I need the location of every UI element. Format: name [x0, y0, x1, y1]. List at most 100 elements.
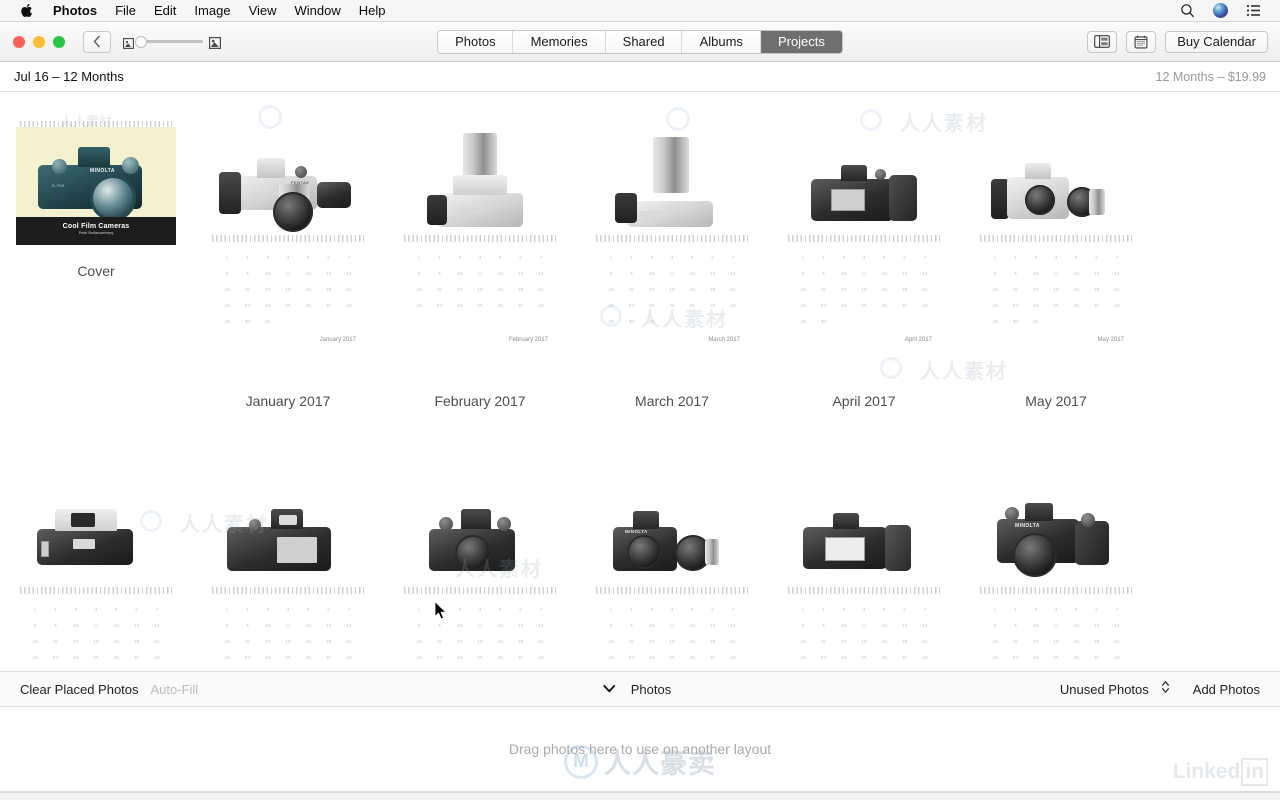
tab-albums[interactable]: Albums	[682, 30, 761, 53]
calendar-page[interactable]: 1234567 8 9 10 11 12 13 14 15 16 17 18 19 20 21 22 23…	[592, 121, 752, 361]
menu-item-file[interactable]: File	[106, 1, 145, 20]
page-photo[interactable]: PENTAX	[208, 127, 368, 245]
project-page-march[interactable]: 1234567 8 9 10 11 12 13 14 15 16 17 18 19 20 21 22 23…	[576, 121, 768, 409]
close-button[interactable]	[13, 35, 25, 48]
photos-tray-toggle[interactable]: Photos	[603, 680, 677, 698]
siri-icon[interactable]	[1212, 2, 1229, 19]
calendar-settings-icon[interactable]	[1126, 30, 1157, 53]
photos-tray-label[interactable]: Photos	[625, 682, 677, 697]
spiral-binding-icon	[212, 235, 364, 242]
menu-item-image[interactable]: Image	[185, 1, 239, 20]
menu-item-window[interactable]: Window	[286, 1, 350, 20]
search-icon[interactable]	[1179, 2, 1196, 19]
calendar-page[interactable]: 1234567 8 9 10 11 12 13 14 15 16 17 18 19 20 21 22 23…	[976, 121, 1136, 361]
spiral-binding-icon	[596, 235, 748, 242]
page-photo[interactable]	[16, 479, 176, 597]
page-month-label: January 2017	[319, 337, 356, 343]
calendar-page[interactable]: 1234567 8 9 10 11 12 13 14 15 16 17 18 19 20 21 22 23…	[400, 121, 560, 361]
unused-photos-popup[interactable]: Unused Photos	[1054, 680, 1170, 699]
project-page-cover[interactable]: MINOLTA X-700 Cool Film Cameras Pedri Se…	[0, 121, 192, 409]
tab-shared[interactable]: Shared	[605, 30, 683, 53]
buy-calendar-button[interactable]: Buy Calendar	[1165, 30, 1268, 53]
spiral-binding-icon	[596, 587, 748, 594]
project-page-august[interactable]: 1234567 8 9 10 11 12 13 14 15 16 17 18 19 20 21 22 23…	[384, 473, 576, 671]
calendar-page[interactable]: 1234567 8 9 10 11 12 13 14 15 16 17 18 19 20 21 22 23…	[16, 473, 176, 671]
project-title: Jul 16 – 12 Months	[14, 69, 124, 84]
calendar-page[interactable]: 1234567 8 9 10 11 12 13 14 15 16 17 18 19 20 21 22 23…	[400, 473, 560, 671]
zoom-slider-knob[interactable]	[135, 35, 147, 48]
calendar-page[interactable]: MINOLTA 1234567 8 9 10 11 12 13 14 15 16 17 18 19 2…	[976, 473, 1136, 671]
cover-page[interactable]: MINOLTA X-700 Cool Film Cameras Pedri Se…	[16, 121, 176, 245]
project-page-february[interactable]: 1234567 8 9 10 11 12 13 14 15 16 17 18 19 20 21 22 23…	[384, 121, 576, 409]
project-page-july[interactable]: 1234567 8 9 10 11 12 13 14 15 16 17 18 19 20 21 22 23…	[192, 473, 384, 671]
project-canvas[interactable]: 人人素材 人人素材 人人素材 人人素材 人人素材 人人素材 人人素材 M	[0, 93, 1280, 671]
page-photo[interactable]: MINOLTA	[592, 479, 752, 597]
clear-placed-photos-button[interactable]: Clear Placed Photos	[14, 682, 145, 697]
spiral-binding-icon	[404, 587, 556, 594]
cover-photo: MINOLTA X-700 Cool Film Cameras Pedri Se…	[16, 127, 176, 245]
control-center-icon[interactable]	[1245, 2, 1262, 19]
page-photo[interactable]	[400, 479, 560, 597]
calendar-page[interactable]: MINOLTA 1234567 8 9 10 11 12 13 14 15 16 17 18 19 2…	[592, 473, 752, 671]
menu-bar-status-items	[1179, 2, 1270, 19]
cover-title-banner: Cool Film Cameras Pedri Sedianoartnepy •	[16, 217, 176, 245]
menu-item-help[interactable]: Help	[350, 1, 395, 20]
chevron-down-icon[interactable]	[603, 680, 616, 698]
page-photo[interactable]	[208, 479, 368, 597]
project-page-april[interactable]: 1234567 8 9 10 11 12 13 14 15 16 17 18 19 20 21 22 23…	[768, 121, 960, 409]
zoom-slider-track[interactable]	[135, 35, 203, 48]
page-caption: April 2017	[832, 393, 896, 409]
thumbnail-zoom-slider[interactable]	[123, 35, 222, 49]
calendar-page-row: MINOLTA X-700 Cool Film Cameras Pedri Se…	[0, 121, 1280, 409]
window-toolbar: Photos Memories Shared Albums Projects B…	[0, 22, 1280, 62]
auto-fill-button: Auto-Fill	[150, 681, 199, 697]
calendar-page[interactable]: PENTAX 1234567 8 9 10 11 12 13 14 15 16 17 18 19 20…	[208, 121, 368, 361]
calendar-page[interactable]: 1234567 8 9 10 11 12 13 14 15 16 17 18 19 20 21 22 23…	[784, 473, 944, 671]
page-month-label: February 2017	[508, 337, 548, 343]
tray-bottom-strip	[0, 792, 1280, 800]
page-photo[interactable]	[592, 127, 752, 245]
split-view-icon[interactable]	[1087, 30, 1118, 53]
maximize-button[interactable]	[53, 35, 65, 48]
project-page-january[interactable]: PENTAX 1234567 8 9 10 11 12 13 14 15 16 17 18 19 20…	[192, 121, 384, 409]
photo-drop-tray[interactable]: Drag photos here to use on another layou…	[0, 707, 1280, 792]
calendar-page-row: 1234567 8 9 10 11 12 13 14 15 16 17 18 19 20 21 22 23…	[0, 473, 1280, 671]
page-month-label: April 2017	[904, 337, 932, 343]
menu-item-edit[interactable]: Edit	[145, 1, 185, 20]
spiral-binding-icon	[20, 587, 172, 594]
page-photo[interactable]	[400, 127, 560, 245]
toolbar-right-group: Buy Calendar	[1087, 30, 1280, 53]
add-photos-button[interactable]: Add Photos	[1187, 682, 1266, 697]
tab-memories[interactable]: Memories	[513, 30, 606, 53]
minimize-button[interactable]	[33, 35, 45, 48]
spiral-binding-icon	[788, 235, 940, 242]
project-page-june[interactable]: 1234567 8 9 10 11 12 13 14 15 16 17 18 19 20 21 22 23…	[0, 473, 192, 671]
page-photo[interactable]: MINOLTA	[976, 479, 1136, 597]
chevron-up-down-icon[interactable]	[1161, 680, 1170, 699]
page-photo[interactable]	[784, 479, 944, 597]
calendar-date-grid: 1234567 8 9 10 11 12 13 14 15 16 17 18 19 20 21 22 23…	[800, 606, 928, 660]
project-page-may[interactable]: 1234567 8 9 10 11 12 13 14 15 16 17 18 19 20 21 22 23…	[960, 121, 1152, 409]
calendar-date-grid: 1234567 8 9 10 11 12 13 14 15 16 17 18 19 20 21 22 23…	[608, 606, 736, 660]
apple-logo-icon[interactable]	[20, 2, 35, 19]
tab-projects[interactable]: Projects	[760, 30, 842, 53]
menu-item-photos[interactable]: Photos	[44, 1, 106, 20]
project-page-october[interactable]: 1234567 8 9 10 11 12 13 14 15 16 17 18 19 20 21 22 23…	[768, 473, 960, 671]
page-month-label: May 2017	[1097, 337, 1124, 343]
calendar-page[interactable]: 1234567 8 9 10 11 12 13 14 15 16 17 18 19 20 21 22 23…	[208, 473, 368, 671]
page-photo[interactable]	[976, 127, 1136, 245]
back-button[interactable]	[83, 30, 111, 53]
calendar-page[interactable]: 1234567 8 9 10 11 12 13 14 15 16 17 18 19 20 21 22 23…	[784, 121, 944, 361]
page-photo[interactable]	[784, 127, 944, 245]
project-price: 12 Months – $19.99	[1155, 69, 1267, 84]
project-page-november[interactable]: MINOLTA 1234567 8 9 10 11 12 13 14 15 16 17 18 19 2…	[960, 473, 1152, 671]
unused-photos-label[interactable]: Unused Photos	[1054, 682, 1155, 697]
spiral-binding-icon	[980, 587, 1132, 594]
tab-photos[interactable]: Photos	[438, 30, 514, 53]
spiral-binding-icon	[404, 235, 556, 242]
menu-item-view[interactable]: View	[240, 1, 286, 20]
calendar-date-grid: 1234567 8 9 10 11 12 13 14 15 16 17 18 19 20 21 22 23…	[224, 606, 352, 660]
project-subheader: Jul 16 – 12 Months 12 Months – $19.99	[0, 62, 1280, 92]
page-caption: May 2017	[1025, 393, 1087, 409]
project-page-september[interactable]: MINOLTA 1234567 8 9 10 11 12 13 14 15 16 17 18 19 2…	[576, 473, 768, 671]
